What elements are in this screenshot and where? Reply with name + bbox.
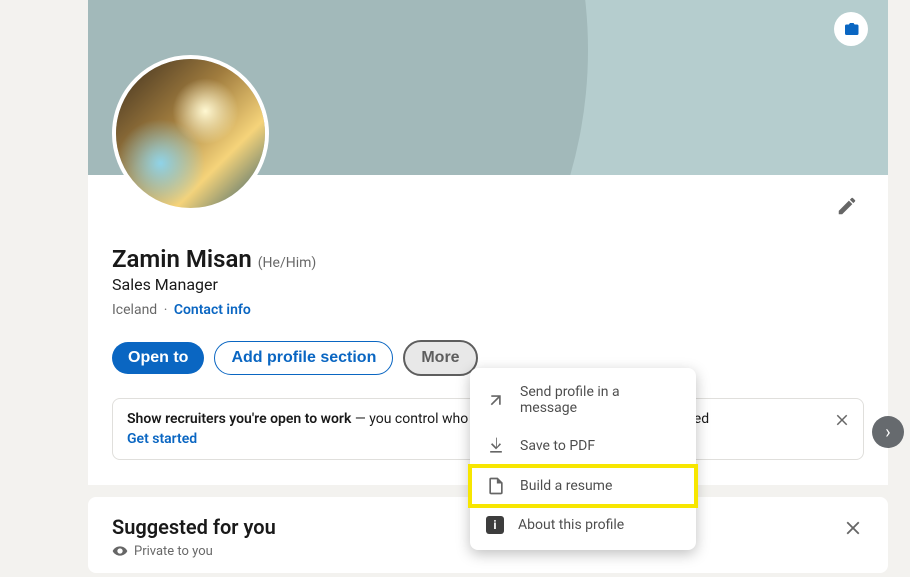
send-icon xyxy=(486,390,506,410)
download-icon xyxy=(486,436,506,456)
dismiss-suggested[interactable] xyxy=(842,517,864,543)
info-icon: i xyxy=(486,516,504,534)
pencil-icon xyxy=(836,195,858,217)
carousel-next-button[interactable]: › xyxy=(872,416,904,448)
menu-build-resume[interactable]: Build a resume xyxy=(470,466,696,506)
contact-info-link[interactable]: Contact info xyxy=(174,302,251,318)
document-icon xyxy=(486,476,506,496)
open-to-work-prefix: Show recruiters you're open to work xyxy=(127,411,351,427)
menu-about-profile-label: About this profile xyxy=(518,517,624,533)
edit-cover-photo-button[interactable] xyxy=(834,12,868,46)
menu-build-resume-label: Build a resume xyxy=(520,478,612,494)
chevron-right-icon: › xyxy=(885,422,890,443)
profile-headline: Sales Manager xyxy=(112,275,864,294)
more-dropdown-menu: Send profile in a message Save to PDF Bu… xyxy=(470,368,696,550)
profile-avatar[interactable] xyxy=(112,55,269,212)
add-profile-section-button[interactable]: Add profile section xyxy=(214,341,393,375)
menu-about-profile[interactable]: i About this profile xyxy=(470,506,696,544)
camera-icon xyxy=(842,20,860,38)
location-row: Iceland · Contact info xyxy=(112,302,864,318)
edit-profile-button[interactable] xyxy=(836,195,858,221)
close-icon xyxy=(833,411,851,429)
menu-save-pdf[interactable]: Save to PDF xyxy=(470,426,696,466)
menu-save-pdf-label: Save to PDF xyxy=(520,438,595,454)
profile-location: Iceland xyxy=(112,302,157,318)
avatar-image xyxy=(116,59,265,208)
suggested-privacy-label: Private to you xyxy=(134,544,213,559)
menu-send-profile-label: Send profile in a message xyxy=(520,384,680,416)
profile-name: Zamin Misan xyxy=(112,245,252,273)
dismiss-open-to-card[interactable] xyxy=(833,411,851,433)
close-icon xyxy=(842,517,864,539)
open-to-button[interactable]: Open to xyxy=(112,342,204,374)
profile-card: Zamin Misan (He/Him) Sales Manager Icela… xyxy=(88,0,888,485)
profile-pronouns: (He/Him) xyxy=(258,255,317,271)
menu-send-profile[interactable]: Send profile in a message xyxy=(470,374,696,426)
more-button[interactable]: More xyxy=(403,340,477,376)
eye-icon xyxy=(112,543,128,559)
get-started-link[interactable]: Get started xyxy=(127,431,197,447)
